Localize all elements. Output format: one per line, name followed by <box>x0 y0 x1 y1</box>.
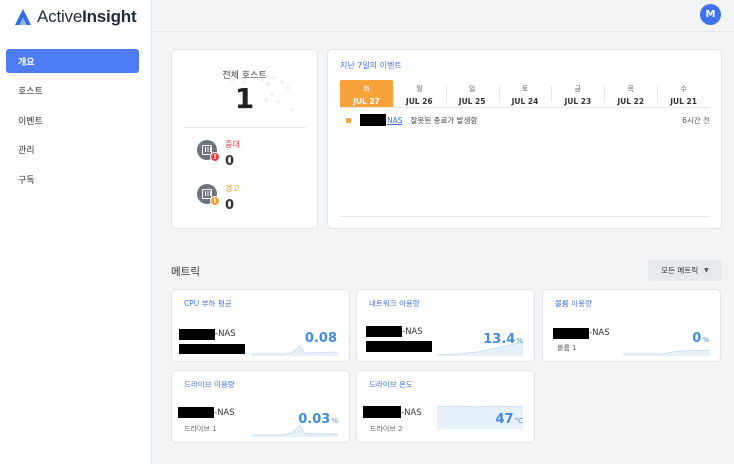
critical-label: 중대 <box>225 140 240 149</box>
total-hosts-card: 전체 호스트 1 ! 중대 0 ! 경고 0 <box>171 49 318 229</box>
header-divider <box>152 31 734 32</box>
sidebar-item-overview[interactable]: 개요 <box>6 49 139 73</box>
metric-card-cpu[interactable]: CPU 부하 평균 -NAS 0.08 <box>171 289 350 362</box>
sidebar-item-label: 구독 <box>18 175 35 186</box>
metric-title: 네트워크 이용량 <box>369 299 420 308</box>
day-name: 수 <box>680 85 687 93</box>
app-logo[interactable]: ActiveInsight <box>14 7 137 27</box>
event-row[interactable]: NAS 잘못된 종료가 발생함 6시간 전 <box>346 113 710 127</box>
day-date: JUL 21 <box>670 97 697 106</box>
day-date: JUL 23 <box>564 97 592 106</box>
day-name: 금 <box>574 85 582 93</box>
caret-down-icon: ▼ <box>704 267 709 274</box>
day-tab[interactable]: 화 JUL 27 <box>340 80 393 107</box>
day-tab[interactable]: 수 JUL 21 <box>657 80 710 107</box>
all-metrics-dropdown[interactable]: 모든 메트릭 ▼ <box>648 260 722 281</box>
sidebar-item-label: 이벤트 <box>18 116 43 127</box>
critical-hosts[interactable]: ! 중대 0 <box>197 140 240 169</box>
metric-card-volume[interactable]: 볼륨 이용량 -NAS 볼륨 1 0% <box>542 289 721 362</box>
day-tab[interactable]: 목 JUL 22 <box>604 80 657 107</box>
events-card: 지난 7일의 이벤트 화 JUL 27 월 JUL 26 일 JUL 25 토 JUL … <box>327 49 722 229</box>
metric-title: 드라이브 이용량 <box>184 380 235 389</box>
metric-host: -NAS <box>402 327 423 337</box>
day-date: JUL 22 <box>617 97 645 106</box>
redacted-text <box>366 341 432 352</box>
metric-value: 47°C <box>495 412 523 427</box>
metric-card-network[interactable]: 네트워크 이용량 -NAS 13.4% <box>356 289 535 362</box>
day-name: 토 <box>521 85 529 93</box>
metrics-title: 메트릭 <box>171 266 200 278</box>
total-hosts-label: 전체 호스트 <box>222 71 267 81</box>
day-tabs: 화 JUL 27 월 JUL 26 일 JUL 25 토 JUL 24 금 JUL 23 … <box>340 80 710 108</box>
all-metrics-label: 모든 메트릭 <box>661 266 699 275</box>
metric-value: 0.08 <box>304 331 337 346</box>
day-name: 화 <box>363 85 370 93</box>
event-time: 6시간 전 <box>682 115 710 125</box>
redacted-hostname <box>179 329 215 340</box>
metric-value: 13.4% <box>483 332 523 347</box>
metric-sub: 볼륨 1 <box>557 344 577 352</box>
event-host-link[interactable]: NAS <box>387 116 403 125</box>
day-name: 월 <box>416 85 423 93</box>
redacted-text <box>179 344 245 354</box>
day-date: JUL 27 <box>353 97 380 106</box>
metric-host: -NAS <box>401 408 422 418</box>
warning-dot-icon <box>346 117 351 123</box>
metric-title: 드라이브 온도 <box>369 380 413 389</box>
total-hosts-count[interactable]: 1 <box>172 82 317 115</box>
day-date: JUL 26 <box>405 97 433 106</box>
day-date: JUL 25 <box>458 97 486 106</box>
sidebar-item-label: 관리 <box>18 146 35 156</box>
event-message: 잘못된 종료가 발생함 <box>410 115 478 125</box>
redacted-hostname <box>366 326 402 337</box>
divider <box>184 127 306 128</box>
sidebar-item-events[interactable]: 이벤트 <box>6 108 139 132</box>
critical-count: 0 <box>225 154 235 169</box>
redacted-hostname <box>178 407 214 418</box>
metric-host: -NAS <box>215 329 236 339</box>
divider <box>340 216 710 217</box>
sidebar-item-management[interactable]: 관리 <box>6 138 139 162</box>
metric-sub: 드라이브 1 <box>184 425 217 433</box>
metric-title: CPU 부하 평균 <box>184 299 232 308</box>
sidebar-nav: 개요 호스트 이벤트 관리 구독 <box>6 49 139 197</box>
metric-value: 0% <box>692 331 709 346</box>
metric-card-drive-usage[interactable]: 드라이브 이용량 -NAS 드라이브 1 0.03% <box>171 370 350 443</box>
sidebar-item-hosts[interactable]: 호스트 <box>6 79 139 103</box>
day-tab[interactable]: 일 JUL 25 <box>445 80 499 107</box>
events-title[interactable]: 지난 7일의 이벤트 <box>340 60 402 71</box>
day-tab[interactable]: 금 JUL 23 <box>551 80 604 107</box>
sidebar-item-subscription[interactable]: 구독 <box>6 167 139 191</box>
metric-value: 0.03% <box>298 412 338 427</box>
metric-title: 볼륨 이용량 <box>555 299 592 308</box>
sidebar: ActiveInsight 개요 호스트 이벤트 관리 구독 <box>0 0 152 464</box>
day-tab[interactable]: 월 JUL 26 <box>392 80 446 107</box>
day-date: JUL 24 <box>511 97 539 106</box>
metric-card-drive-temperature[interactable]: 드라이브 온도 -NAS 드라이브 2 47°C <box>356 370 535 443</box>
day-name: 목 <box>627 85 634 93</box>
metric-host: -NAS <box>589 328 610 338</box>
sidebar-item-label: 호스트 <box>18 87 43 97</box>
sidebar-item-label: 개요 <box>18 57 35 68</box>
server-critical-icon: ! <box>197 140 220 162</box>
redacted-hostname <box>363 406 401 418</box>
warning-label: 경고 <box>225 184 240 193</box>
day-name: 일 <box>468 85 476 93</box>
day-tab[interactable]: 토 JUL 24 <box>498 80 552 107</box>
warning-hosts[interactable]: ! 경고 0 <box>197 184 240 213</box>
logo-icon <box>15 9 31 25</box>
user-avatar[interactable]: M <box>700 4 721 25</box>
warning-count: 0 <box>225 198 235 213</box>
redacted-hostname <box>553 328 589 339</box>
metric-host: -NAS <box>214 408 235 418</box>
metric-sub: 드라이브 2 <box>370 425 403 433</box>
server-warning-icon: ! <box>197 184 220 206</box>
app-name: ActiveInsight <box>37 7 137 26</box>
redacted-hostname <box>360 114 386 126</box>
